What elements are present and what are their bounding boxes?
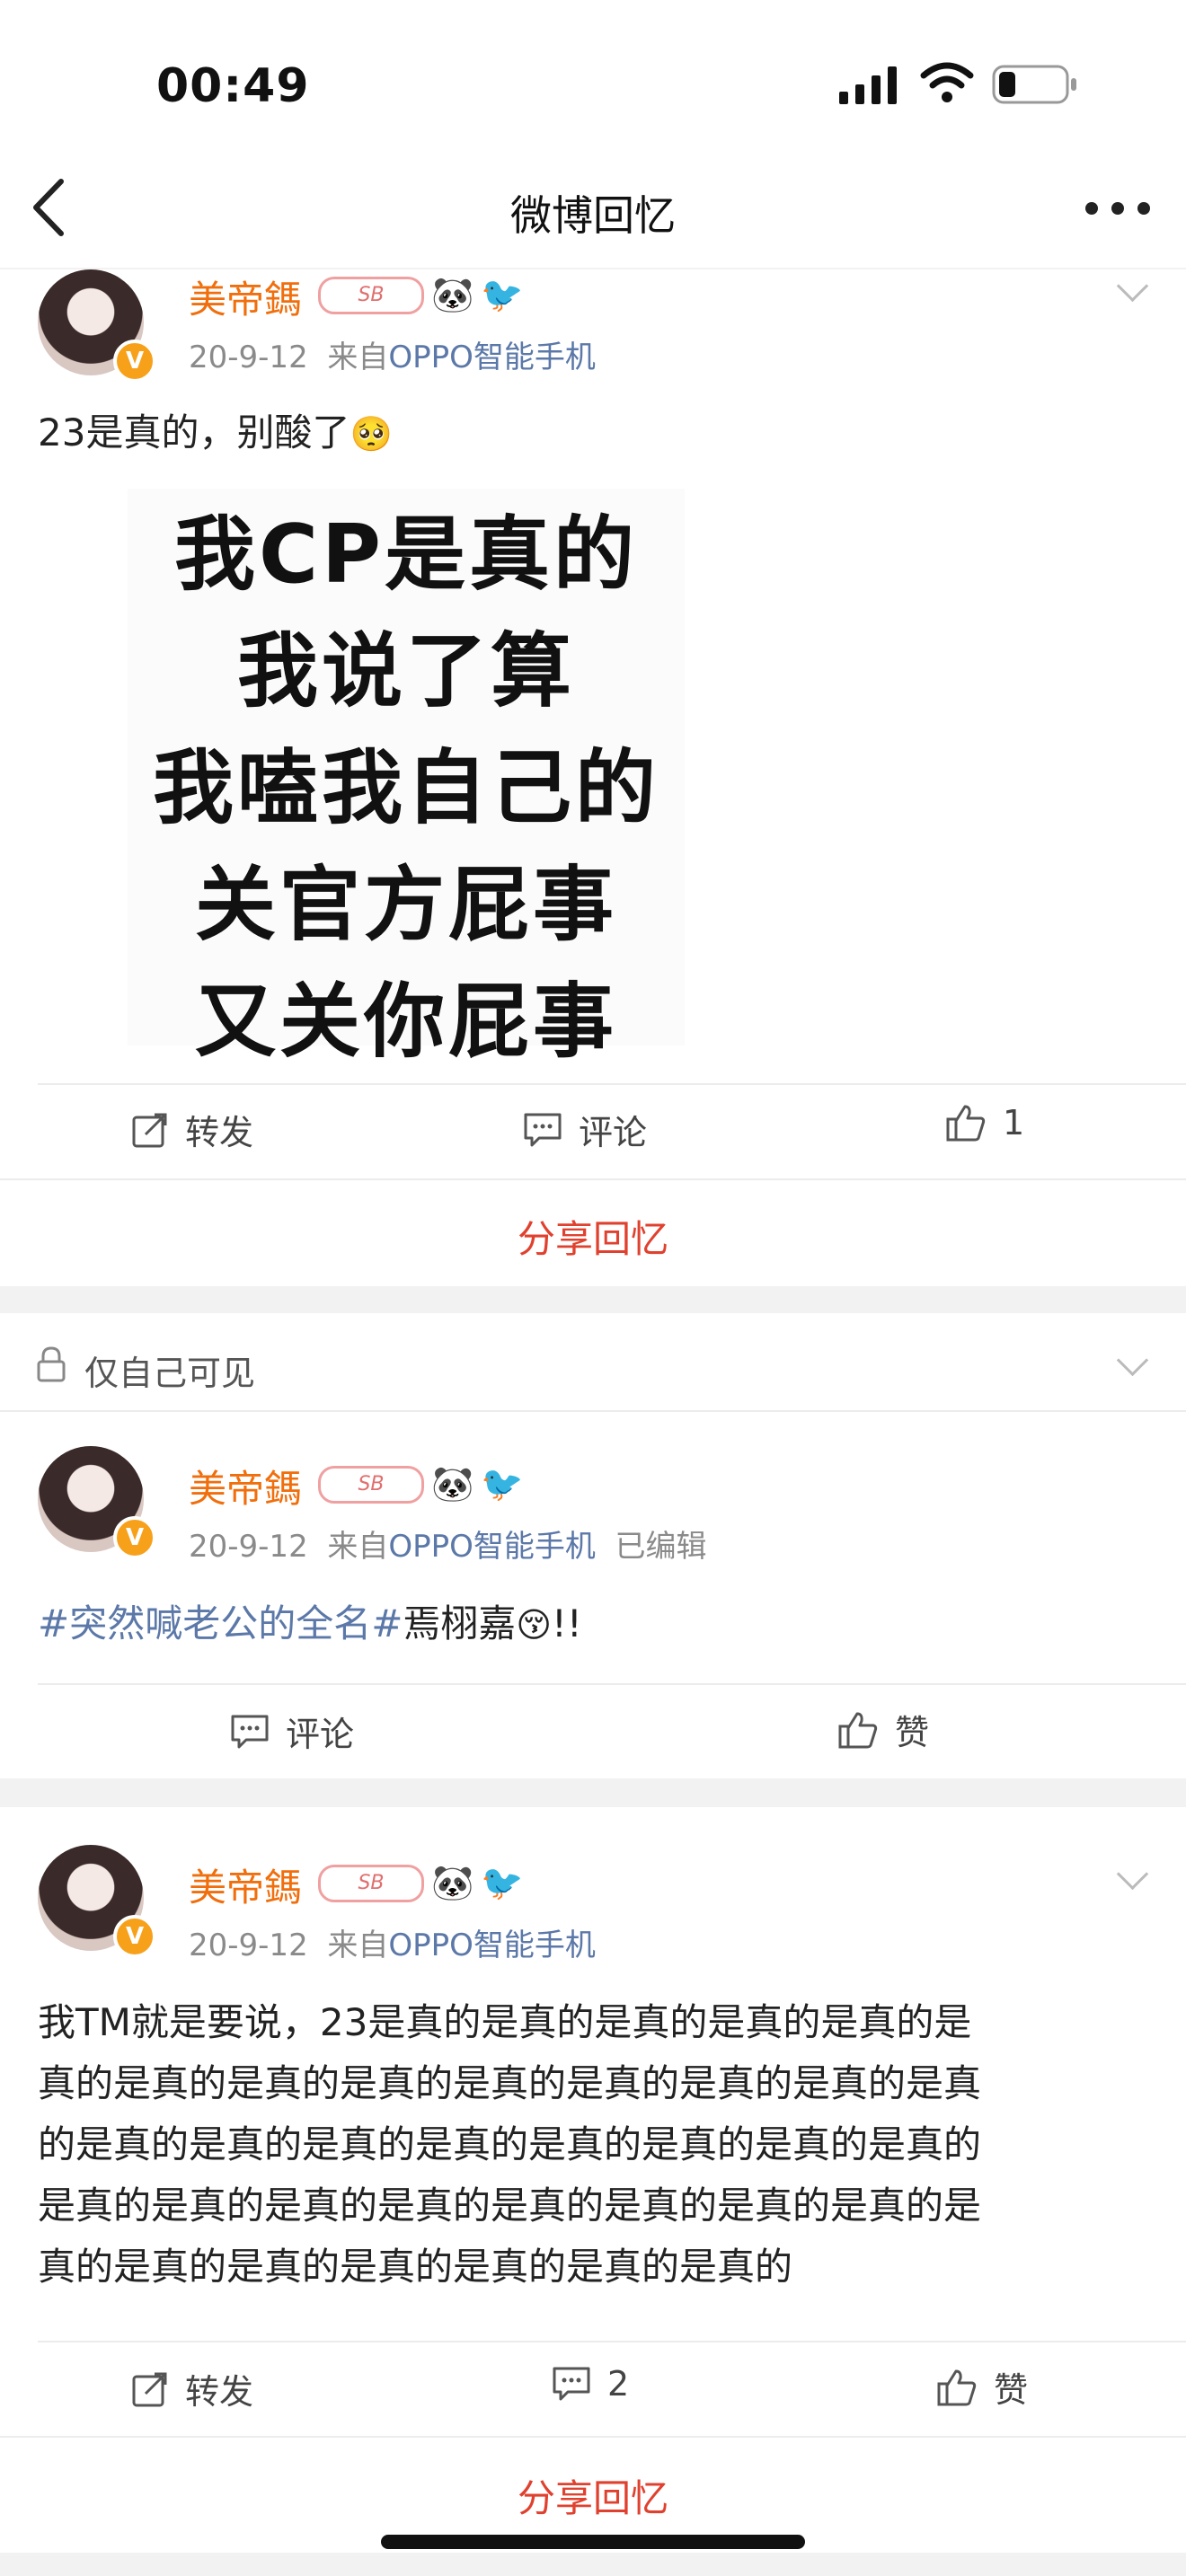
mascot-icon: 🐦 — [481, 275, 524, 314]
source-link[interactable]: OPPO智能手机 — [388, 1928, 596, 1963]
post-text-content: 焉栩嘉 — [403, 1601, 517, 1645]
post-text-line: 我TM就是要说，23是真的是真的是真的是真的是真的是 — [38, 2000, 972, 2044]
post-date: 20-9-12 — [189, 340, 308, 375]
post-text-line: 的是真的是真的是真的是真的是真的是真的是真的是真的 — [38, 2122, 982, 2166]
chevron-down-icon[interactable] — [1116, 1857, 1149, 1891]
mascot-icon: 🐦 — [481, 1863, 524, 1902]
comment-icon — [231, 1715, 269, 1748]
user-badges: SB 🐼 🐦 — [318, 1464, 524, 1504]
post-date: 20-9-12 — [189, 1529, 308, 1565]
panda-icon: 🐼 — [431, 1464, 474, 1504]
repost-label: 转发 — [185, 1113, 254, 1152]
member-badge: SB — [318, 276, 424, 314]
username[interactable]: 美帝鎷 — [189, 269, 302, 324]
repost-button[interactable]: 转发 — [131, 2364, 253, 2413]
panda-icon: 🐼 — [431, 275, 474, 314]
divider — [38, 1683, 1186, 1685]
source-link[interactable]: OPPO智能手机 — [388, 1529, 596, 1565]
post-text: 23是真的，别酸了🥺 — [38, 402, 393, 464]
comment-icon — [524, 1113, 562, 1146]
comment-label: 评论 — [286, 1715, 355, 1754]
repost-icon — [132, 1113, 167, 1147]
member-badge: SB — [318, 1465, 424, 1504]
battery-icon — [992, 65, 1078, 104]
image-text-line: 我嗑我自己的 — [153, 741, 659, 835]
wifi-icon — [920, 61, 974, 106]
post-meta: 20-9-12 来自OPPO智能手机 — [189, 332, 596, 376]
like-button[interactable]: 赞 — [936, 2362, 1028, 2412]
comment-button[interactable]: 2 — [552, 2364, 629, 2404]
chevron-down-icon[interactable] — [1116, 269, 1149, 303]
like-label: 赞 — [895, 1713, 930, 1752]
post-meta: 20-9-12 来自OPPO智能手机 — [189, 1920, 596, 1964]
post-card: V 美帝鎷 SB 🐼 🐦 20-9-12 来自OPPO智能手机 23是真的，别酸… — [0, 269, 1186, 1286]
top-bar: 00:49 微博回忆 — [0, 0, 1186, 268]
comment-label: 评论 — [579, 1113, 648, 1152]
verified-badge: V — [113, 1516, 156, 1559]
user-badges: SB 🐼 🐦 — [318, 1863, 524, 1903]
member-badge: SB — [318, 1864, 424, 1902]
post-card: V 美帝鎷 SB 🐼 🐦 20-9-12 来自OPPO智能手机 我TM就是要说，… — [0, 1807, 1186, 2553]
thumbs-up-icon — [838, 1712, 878, 1748]
topic-link[interactable]: #突然喊老公的全名# — [38, 1601, 403, 1645]
source-prefix: 来自 — [327, 1529, 389, 1565]
divider — [38, 2341, 1186, 2342]
repost-icon — [132, 2372, 167, 2406]
chevron-down-icon[interactable] — [1116, 1344, 1149, 1377]
post-meta: 20-9-12 来自OPPO智能手机 已编辑 — [189, 1522, 706, 1566]
comment-button[interactable]: 评论 — [230, 1707, 354, 1756]
post-card: 仅自己可见 V 美帝鎷 SB 🐼 🐦 20-9-12 来自OPPO智能手机 已编… — [0, 1313, 1186, 1778]
mascot-icon: 🐦 — [481, 1464, 524, 1504]
status-time: 00:49 — [156, 59, 310, 113]
like-count: 1 — [1003, 1103, 1025, 1142]
privacy-label: 仅自己可见 — [84, 1354, 256, 1393]
signal-icon — [839, 65, 900, 108]
verified-badge: V — [113, 1915, 156, 1958]
like-button[interactable]: 1 — [945, 1103, 1024, 1142]
comment-count: 2 — [607, 2364, 630, 2404]
username[interactable]: 美帝鎷 — [189, 1857, 302, 1912]
like-label: 赞 — [994, 2370, 1029, 2410]
user-badges: SB 🐼 🐦 — [318, 275, 524, 315]
post-text-line: 真的是真的是真的是真的是真的是真的是真的是真的是真 — [38, 2061, 982, 2105]
image-text-line: 又关你屁事 — [195, 975, 617, 1069]
divider — [38, 1083, 1186, 1085]
post-text: #突然喊老公的全名#焉栩嘉😚!! — [38, 1593, 582, 1655]
page-title: 微博回忆 — [510, 191, 676, 240]
image-text-line: 关官方屁事 — [195, 858, 617, 952]
edited-label: 已编辑 — [615, 1529, 707, 1565]
panda-icon: 🐼 — [431, 1863, 474, 1902]
post-text-suffix: !! — [552, 1601, 582, 1645]
source-prefix: 来自 — [327, 1928, 389, 1963]
username[interactable]: 美帝鎷 — [189, 1459, 302, 1513]
post-text-content: 23是真的，别酸了 — [38, 410, 350, 454]
verified-badge: V — [113, 340, 156, 383]
image-text-line: 我说了算 — [237, 624, 575, 719]
post-text-line: 是真的是真的是真的是真的是真的是真的是真的是真的是 — [38, 2183, 982, 2228]
thumbs-up-icon — [937, 2369, 977, 2405]
post-text: 我TM就是要说，23是真的是真的是真的是真的是真的是 真的是真的是真的是真的是真… — [38, 1992, 1152, 2298]
lock-icon — [36, 1345, 66, 1383]
source-link[interactable]: OPPO智能手机 — [388, 340, 596, 375]
post-text-line: 真的是真的是真的是真的是真的是真的是真的 — [38, 2245, 793, 2289]
share-memory-button[interactable]: 分享回忆 — [0, 2468, 1186, 2523]
comment-icon — [553, 2367, 590, 2401]
divider — [0, 2436, 1186, 2438]
share-memory-button[interactable]: 分享回忆 — [0, 1209, 1186, 1264]
post-image[interactable]: 我CP是真的 我说了算 我嗑我自己的 关官方屁事 又关你屁事 — [128, 489, 685, 1069]
post-date: 20-9-12 — [189, 1928, 308, 1963]
image-text-line: 我CP是真的 — [173, 507, 638, 602]
like-button[interactable]: 赞 — [837, 1705, 929, 1754]
repost-label: 转发 — [185, 2372, 254, 2412]
source-prefix: 来自 — [327, 340, 389, 375]
repost-button[interactable]: 转发 — [131, 1105, 253, 1154]
home-indicator[interactable] — [381, 2535, 805, 2549]
thumbs-up-icon — [946, 1105, 986, 1142]
divider — [0, 1178, 1186, 1180]
kissing-face-icon: 😚 — [516, 1605, 553, 1645]
more-icon[interactable] — [1084, 199, 1152, 217]
pleading-face-icon: 🥺 — [350, 414, 393, 454]
divider — [0, 1410, 1186, 1412]
comment-button[interactable]: 评论 — [523, 1105, 647, 1154]
